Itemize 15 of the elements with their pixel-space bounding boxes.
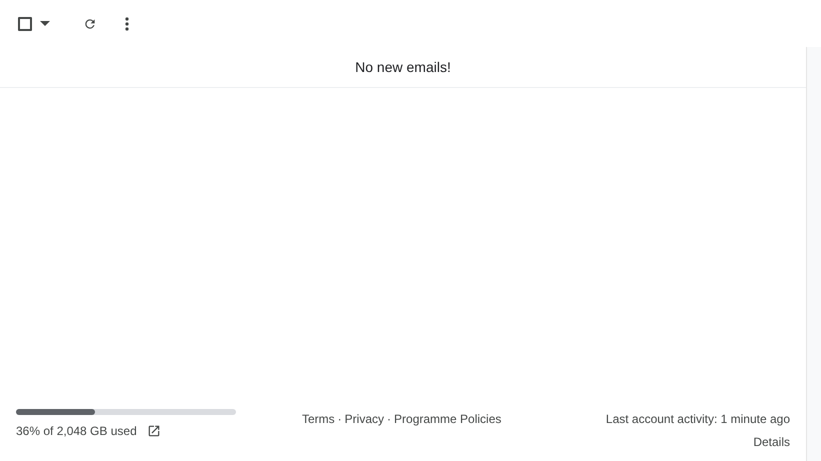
external-link-icon[interactable] bbox=[146, 424, 161, 438]
footer-link[interactable]: Programme Policies bbox=[394, 410, 502, 428]
more-options-icon[interactable] bbox=[125, 16, 129, 30]
separator: · bbox=[387, 411, 392, 428]
last-activity-text: Last account activity: 1 minute ago bbox=[606, 411, 790, 428]
empty-inbox-message: No new emails! bbox=[355, 58, 451, 76]
refresh-icon[interactable] bbox=[83, 16, 97, 30]
caret-icon[interactable] bbox=[40, 21, 50, 26]
scrollbar-track[interactable] bbox=[806, 47, 821, 461]
checkbox[interactable] bbox=[18, 16, 32, 30]
storage-usage: 36% of 2,048 GB used bbox=[16, 423, 137, 440]
footer-link[interactable]: Privacy bbox=[344, 410, 384, 428]
footer-link[interactable]: Terms bbox=[302, 410, 335, 428]
details-link[interactable]: Details bbox=[753, 433, 790, 451]
separator: · bbox=[338, 411, 342, 428]
